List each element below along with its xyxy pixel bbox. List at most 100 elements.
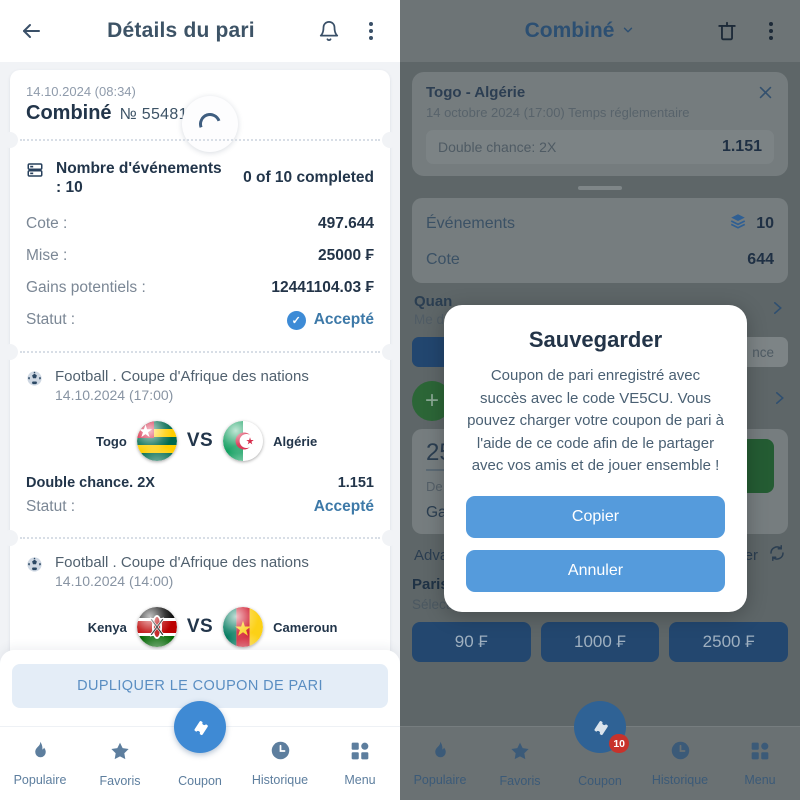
row-label: Gains potentiels : (26, 278, 146, 296)
left-phone-screen: Détails du pari 14.10.2024 (08:34) Combi… (0, 0, 400, 800)
match-datetime: 14.10.2024 (17:00) (55, 387, 174, 403)
away-team-name: Algérie (273, 433, 318, 449)
left-bottom-nav: Populaire Favoris Coupon Historique Menu (0, 701, 400, 800)
flag-kenya-icon (136, 607, 177, 648)
grid-icon (750, 741, 770, 766)
back-arrow-icon[interactable] (16, 16, 46, 46)
bet-slip-type-selector[interactable]: Combiné (446, 19, 714, 43)
match-status-row: Statut : Accepté (26, 491, 374, 523)
status-badge: Accepté (313, 498, 374, 515)
row-label: Cote : (26, 214, 68, 232)
football-icon (26, 370, 43, 392)
screenshot-root: Détails du pari 14.10.2024 (08:34) Combi… (0, 0, 800, 800)
events-list-icon (26, 161, 44, 184)
row-label: Statut : (26, 498, 76, 515)
row-value: 497.644 (317, 214, 374, 232)
nav-label: Populaire (13, 773, 67, 787)
coupon-count-badge: 10 (609, 734, 629, 753)
nav-item-favoris[interactable]: Favoris (480, 740, 560, 788)
match-item-1[interactable]: Football . Coupe d'Afrique des nations 1… (10, 353, 390, 537)
chevron-down-icon (621, 23, 635, 40)
dialog-title: Sauvegarder (528, 327, 663, 352)
nav-label: Coupon (178, 774, 222, 788)
bell-icon[interactable] (316, 18, 342, 44)
nav-label: Favoris (499, 773, 541, 788)
nav-item-favoris[interactable]: Favoris (80, 740, 160, 788)
left-topbar: Détails du pari (0, 0, 400, 62)
status-badge: Accepté (313, 311, 374, 329)
right-body: Togo - Algérie 14 octobre 2024 (17:00) T… (400, 62, 800, 726)
match-competition: Football . Coupe d'Afrique des nations (55, 554, 309, 571)
bet-name: Double chance. 2X (26, 475, 155, 491)
row-value: 25000 ₣ (317, 246, 374, 264)
grid-icon (350, 741, 370, 766)
flag-cameroon-icon (223, 607, 264, 648)
match-competition: Football . Coupe d'Afrique des nations (55, 367, 309, 385)
match-bet-row: Double chance. 2X 1.151 (26, 471, 374, 491)
teams-row: Togo VS Algérie (26, 409, 374, 471)
ticket-row-potential-win: Gains potentiels : 12441104.03 ₣ (26, 272, 374, 304)
nav-item-menu[interactable]: Menu (720, 741, 800, 787)
copy-button[interactable]: Copier (466, 495, 725, 538)
star-icon (509, 740, 531, 767)
ticket-row-status: Statut : ✓ Accepté (26, 304, 374, 337)
nav-item-menu[interactable]: Menu (320, 741, 400, 787)
kebab-menu-icon[interactable] (358, 18, 384, 44)
vs-label: VS (186, 430, 214, 451)
flame-icon (30, 740, 51, 766)
events-count-row: Nombre d'événements : 10 0 of 10 complet… (26, 155, 374, 208)
modal-overlay: Sauvegarder Coupon de pari enregistré av… (400, 62, 800, 726)
events-count-label: Nombre d'événements : 10 (56, 160, 222, 197)
flame-icon (430, 740, 451, 766)
nav-label: Populaire (413, 773, 467, 787)
ticket-icon[interactable] (174, 701, 226, 753)
nav-item-historique[interactable]: Historique (240, 740, 320, 787)
home-team-name: Kenya (87, 619, 127, 635)
ticket-icon[interactable]: 10 (574, 701, 629, 753)
nav-item-populaire[interactable]: Populaire (400, 740, 480, 787)
nav-label: Menu (344, 772, 376, 787)
right-topbar: Combiné (400, 0, 800, 62)
trash-icon[interactable] (714, 18, 740, 44)
check-circle-icon: ✓ (286, 310, 306, 330)
flag-togo-icon (136, 421, 177, 461)
nav-item-coupon[interactable]: 10 Coupon (560, 701, 640, 800)
nav-item-populaire[interactable]: Populaire (0, 740, 80, 787)
left-topbar-actions (316, 18, 384, 44)
star-icon (109, 740, 131, 767)
save-bet-slip-dialog: Sauvegarder Coupon de pari enregistré av… (444, 305, 747, 612)
ticket-row-odds: Cote : 497.644 (26, 208, 374, 240)
home-team-name: Togo (96, 433, 127, 449)
bet-slip-type-label: Combiné (524, 19, 615, 42)
clock-icon (670, 740, 691, 766)
events-progress: 0 of 10 completed (243, 169, 374, 187)
football-icon (26, 556, 43, 578)
nav-label: Menu (744, 772, 776, 787)
bet-ticket-card: 14.10.2024 (08:34) Combiné № 55481. 67 N… (2, 70, 398, 672)
away-team-name: Cameroun (273, 619, 338, 635)
nav-label: Historique (251, 773, 309, 787)
ticket-row-stake: Mise : 25000 ₣ (26, 240, 374, 272)
row-label: Mise : (26, 246, 68, 264)
teams-row: Kenya VS Cameroun (26, 595, 374, 657)
ticket-header: 14.10.2024 (08:34) Combiné № 55481. 67 (10, 70, 390, 152)
vs-label: VS (186, 616, 214, 638)
clock-icon (270, 740, 291, 766)
nav-label: Historique (651, 773, 709, 787)
kebab-menu-icon[interactable] (758, 18, 784, 44)
spinner-arc (195, 109, 225, 139)
ticket-summary: Nombre d'événements : 10 0 of 10 complet… (10, 141, 390, 351)
right-topbar-actions (714, 18, 784, 44)
flag-algeria-icon (223, 421, 264, 461)
ticket-type: Combiné (26, 102, 112, 124)
right-phone-screen: Combiné Togo - Algérie 14 octobre 2024 (… (400, 0, 800, 800)
nav-item-historique[interactable]: Historique (640, 740, 720, 787)
nav-label: Coupon (578, 774, 622, 788)
row-label: Statut : (26, 311, 76, 329)
nav-item-coupon[interactable]: Coupon (160, 701, 240, 800)
nav-label: Favoris (99, 773, 141, 788)
row-value: 12441104.03 ₣ (271, 278, 374, 296)
dialog-message: Coupon de pari enregistré avec succès av… (467, 367, 724, 474)
cancel-button[interactable]: Annuler (466, 549, 725, 592)
left-scroll-area[interactable]: 14.10.2024 (08:34) Combiné № 55481. 67 N… (0, 62, 400, 726)
